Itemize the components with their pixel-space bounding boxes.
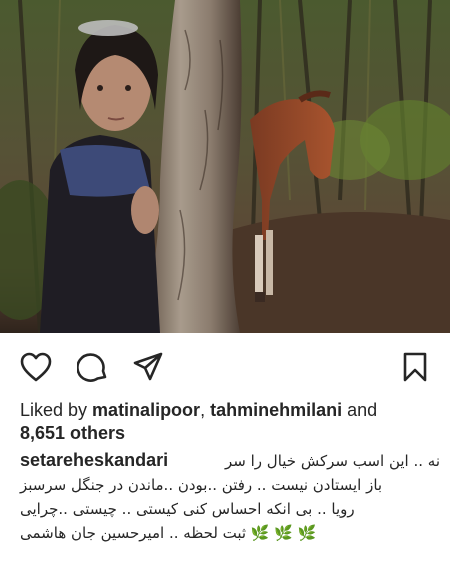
likes-and: and (342, 400, 378, 420)
caption-line: نه .. این اسب سرکش خیال را سر (225, 452, 440, 470)
likes-count-link[interactable]: 8,651 others (20, 423, 125, 443)
liker-username-link[interactable]: tahminehmilani (210, 400, 342, 420)
likes-separator: , (200, 400, 211, 420)
post-photo[interactable] (0, 0, 450, 333)
likes-summary: Liked by matinalipoor, tahminehmilani an… (20, 399, 440, 445)
caption-line: رویا .. بی انکه احساس کنی کیستی .. چیستی… (20, 500, 355, 518)
caption-username-link[interactable]: setareheskandari (20, 449, 168, 471)
like-button[interactable] (19, 350, 53, 384)
liker-username-link[interactable]: matinalipoor (92, 400, 200, 420)
caption-line: باز ایستادن نیست .. رفتن ..بودن ..ماندن … (20, 476, 383, 494)
save-button[interactable] (398, 350, 432, 384)
heart-outline-icon (20, 352, 52, 382)
forest-scene-illustration (0, 0, 450, 333)
share-button[interactable] (131, 350, 165, 384)
likes-prefix: Liked by (20, 400, 93, 420)
paper-plane-icon (132, 351, 164, 383)
caption-line: 🌿 🌿 🌿 ثبت لحظه .. امیرحسین جان هاشمی (20, 524, 317, 542)
comment-button[interactable] (76, 350, 110, 384)
post-caption: setareheskandari نه .. این اسب سرکش خیال… (10, 449, 440, 544)
post-action-bar (0, 333, 450, 393)
comment-bubble-icon (77, 351, 109, 383)
bookmark-icon (401, 351, 429, 383)
